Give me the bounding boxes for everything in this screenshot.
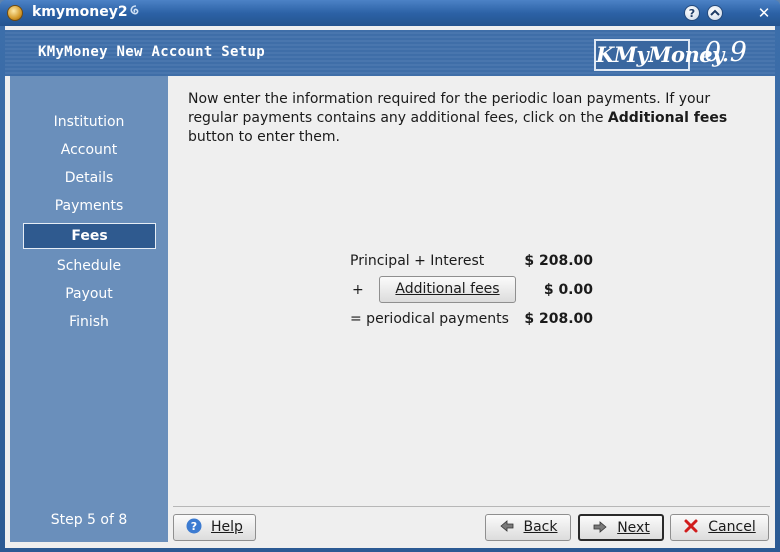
next-button-label: Next [617,520,650,536]
maximize-icon[interactable] [707,5,723,21]
button-divider [173,506,770,507]
step-account: Account [60,142,118,158]
cancel-button[interactable]: Cancel [670,514,769,541]
title-bar[interactable]: kmymoney2 ? ✕ [0,0,780,26]
application-window: kmymoney2 ? ✕ KMyMoney New Account Setup… [0,0,780,552]
back-button-label: Back [523,519,558,535]
arrow-left-icon [499,518,515,534]
cancel-x-icon [683,518,699,534]
step-details: Details [64,170,114,186]
help-button-label: Help [211,519,243,535]
close-icon[interactable]: ✕ [755,4,773,22]
instruction-bold: Additional fees [607,110,728,126]
cancel-button-label: Cancel [708,519,756,535]
window-title: kmymoney2 [32,4,128,20]
principal-interest-label: Principal + Interest [350,253,485,269]
next-button[interactable]: Next [578,514,664,541]
sticky-icon[interactable] [127,3,145,21]
wizard-steps-sidebar: Institution Account Details Payments Fee… [10,76,168,542]
help-icon: ? [186,518,202,534]
help-button[interactable]: ? Help [173,514,256,541]
wizard-header: KMyMoney New Account Setup KMyMoney 0.9 [5,30,775,76]
principal-interest-value: $ 208.00 [524,253,593,269]
step-payout: Payout [65,286,113,302]
svg-text:?: ? [191,520,197,533]
additional-fees-button[interactable]: Additional fees [379,276,516,303]
step-schedule: Schedule [56,258,122,274]
back-button[interactable]: Back [485,514,571,541]
instruction-part2: button to enter them. [188,129,340,145]
step-counter: Step 5 of 8 [50,512,128,528]
periodical-payments-value: $ 208.00 [524,311,593,327]
help-icon[interactable]: ? [684,5,700,21]
additional-fees-value: $ 0.00 [543,282,593,298]
kmymoney-logo: KMyMoney [594,39,724,71]
app-icon[interactable] [7,5,23,21]
version-label: 0.9 [704,37,747,68]
step-fees-active: Fees [23,223,156,249]
plus-sign: + [352,282,364,298]
wizard-client-area: KMyMoney New Account Setup KMyMoney 0.9 … [5,26,775,548]
instruction-text: Now enter the information required for t… [188,90,763,147]
step-finish: Finish [69,314,109,330]
periodical-payments-label: = periodical payments [350,311,509,327]
additional-fees-button-label: Additional fees [395,281,500,297]
wizard-title: KMyMoney New Account Setup [38,44,265,60]
arrow-right-icon [592,519,608,535]
step-payments: Payments [54,198,124,214]
step-institution: Institution [53,114,125,130]
